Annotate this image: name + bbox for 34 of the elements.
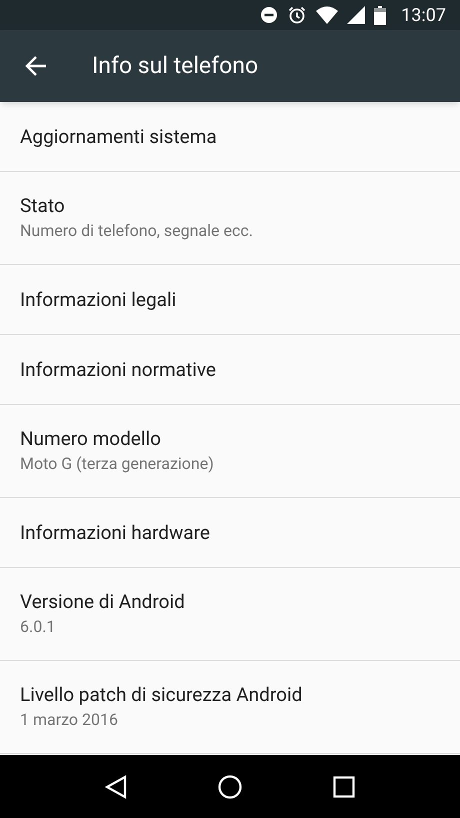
- item-summary: 6.0.1: [20, 616, 56, 638]
- settings-item[interactable]: Stato Numero di telefono, segnale ecc.: [0, 172, 460, 265]
- settings-item[interactable]: Numero modello Moto G (terza generazione): [0, 405, 460, 498]
- settings-item[interactable]: Versione di Android 6.0.1: [0, 568, 460, 661]
- toolbar-title: Info sul telefono: [92, 50, 258, 81]
- home-circle-icon: [218, 774, 242, 798]
- item-title: Livello patch di sicurezza Android: [20, 682, 304, 708]
- item-title: Versione di Android: [20, 589, 186, 615]
- back-nav-button[interactable]: [105, 774, 128, 798]
- item-title: Informazioni normative: [20, 356, 218, 382]
- back-triangle-icon: [105, 774, 128, 798]
- item-summary: Numero di telefono, segnale ecc.: [20, 220, 254, 242]
- alarm-icon: [287, 5, 308, 25]
- wifi-icon: [316, 6, 338, 24]
- recents-button[interactable]: [332, 776, 355, 798]
- item-summary: 1 marzo 2016: [20, 709, 119, 731]
- home-button[interactable]: [218, 774, 242, 798]
- item-title: Stato: [20, 193, 66, 219]
- item-title: Numero modello: [20, 426, 162, 452]
- settings-item[interactable]: Livello patch di sicurezza Android 1 marzo 2016: [0, 661, 460, 754]
- recents-square-icon: [332, 776, 355, 798]
- item-title: Informazioni legali: [20, 286, 178, 312]
- back-arrow-icon: [25, 55, 47, 77]
- do-not-disturb-icon: [260, 6, 278, 24]
- settings-item[interactable]: Aggiornamenti sistema: [0, 102, 460, 172]
- item-summary: Moto G (terza generazione): [20, 453, 215, 475]
- item-title: Aggiornamenti sistema: [20, 124, 218, 150]
- settings-item[interactable]: Informazioni normative: [0, 335, 460, 405]
- battery-icon: [374, 6, 386, 24]
- signal-icon: [347, 6, 366, 24]
- settings-item[interactable]: Informazioni hardware: [0, 498, 460, 568]
- clock: 13:07: [401, 4, 446, 28]
- settings-item[interactable]: Informazioni legali: [0, 265, 460, 335]
- item-title: Informazioni hardware: [20, 520, 211, 546]
